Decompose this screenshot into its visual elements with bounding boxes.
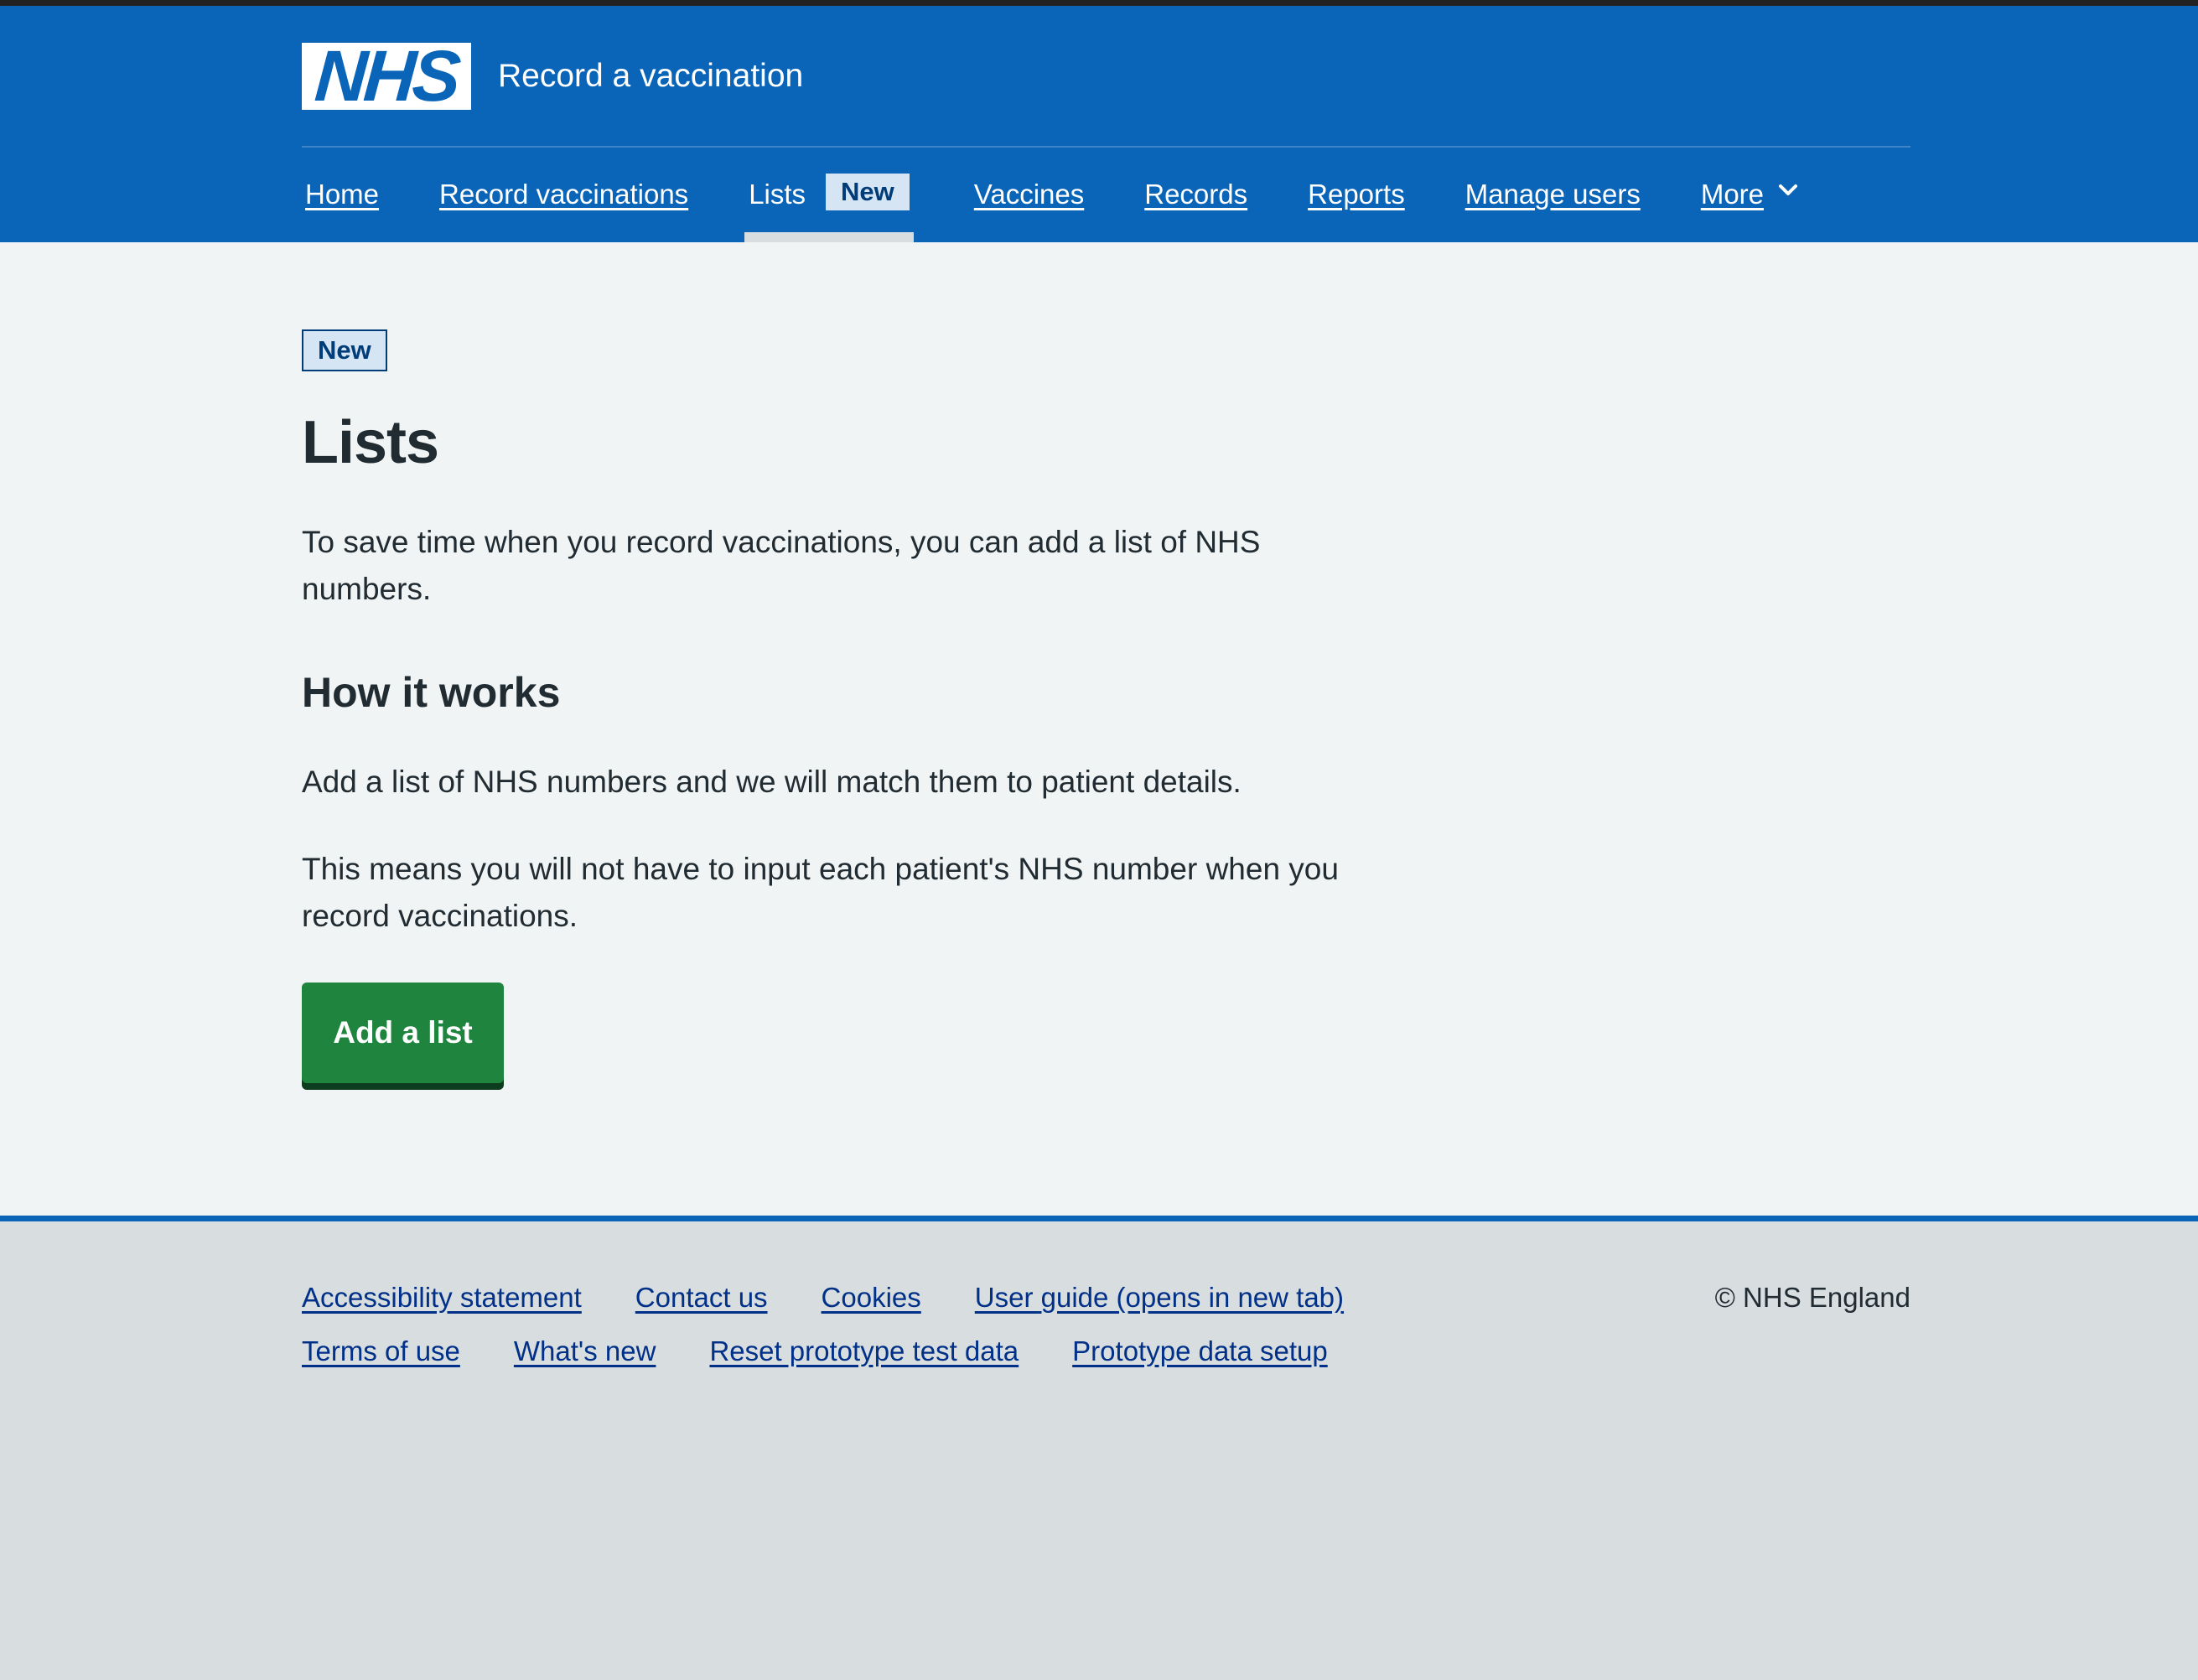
nav-item-records[interactable]: Records (1144, 174, 1247, 242)
page: NHS Record a vaccination Home Record vac… (0, 0, 2198, 1680)
nav-item-reports[interactable]: Reports (1308, 174, 1405, 242)
header-divider (302, 146, 1910, 148)
nav-item-lists[interactable]: Lists New (744, 174, 914, 242)
new-badge: New (302, 329, 387, 371)
nav-item-lists-label: Lists (749, 179, 806, 210)
chevron-down-icon (1777, 175, 1799, 207)
footer-links-row-2: Terms of use What's new Reset prototype … (302, 1335, 1382, 1367)
footer-link-cookies[interactable]: Cookies (822, 1282, 921, 1314)
nav-item-home[interactable]: Home (305, 174, 379, 242)
nhs-logo[interactable]: NHS (302, 36, 471, 117)
footer-link-accessibility[interactable]: Accessibility statement (302, 1282, 582, 1314)
footer-link-data-setup[interactable]: Prototype data setup (1072, 1335, 1328, 1367)
main-content: New Lists To save time when you record v… (0, 242, 2198, 1221)
section-heading: How it works (302, 669, 561, 716)
add-list-button[interactable]: Add a list (302, 983, 504, 1083)
footer-link-reset-data[interactable]: Reset prototype test data (709, 1335, 1019, 1367)
copyright: © NHS England (1714, 1282, 1910, 1313)
top-border (0, 0, 2198, 6)
footer-link-contact[interactable]: Contact us (635, 1282, 768, 1314)
service-name[interactable]: Record a vaccination (498, 58, 803, 95)
footer-link-whats-new[interactable]: What's new (514, 1335, 656, 1367)
footer-link-user-guide[interactable]: User guide (opens in new tab) (975, 1282, 1344, 1314)
nav-item-manage-users[interactable]: Manage users (1465, 174, 1641, 242)
how-it-works-text-2: This means you will not have to input ea… (302, 852, 1339, 933)
site-footer: Accessibility statement Contact us Cooki… (0, 1216, 2198, 1680)
how-it-works-text-1: Add a list of NHS numbers and we will ma… (302, 765, 1242, 799)
nav-item-record-vaccinations[interactable]: Record vaccinations (439, 174, 688, 242)
nhs-logo-text: NHS (312, 36, 461, 117)
primary-navigation: Home Record vaccinations Lists New Vacci… (302, 174, 1910, 242)
header-brand: NHS Record a vaccination (302, 36, 1910, 117)
site-header: NHS Record a vaccination Home Record vac… (0, 6, 2198, 242)
nav-item-more[interactable]: More (1701, 174, 1799, 242)
intro-text: To save time when you record vaccination… (302, 525, 1261, 606)
new-tag: New (826, 174, 910, 210)
footer-link-terms[interactable]: Terms of use (302, 1335, 460, 1367)
footer-links-row-1: Accessibility statement Contact us Cooki… (302, 1282, 1397, 1314)
nav-item-vaccines[interactable]: Vaccines (974, 174, 1084, 242)
nav-item-more-label: More (1700, 179, 1765, 210)
page-title: Lists (302, 409, 439, 476)
